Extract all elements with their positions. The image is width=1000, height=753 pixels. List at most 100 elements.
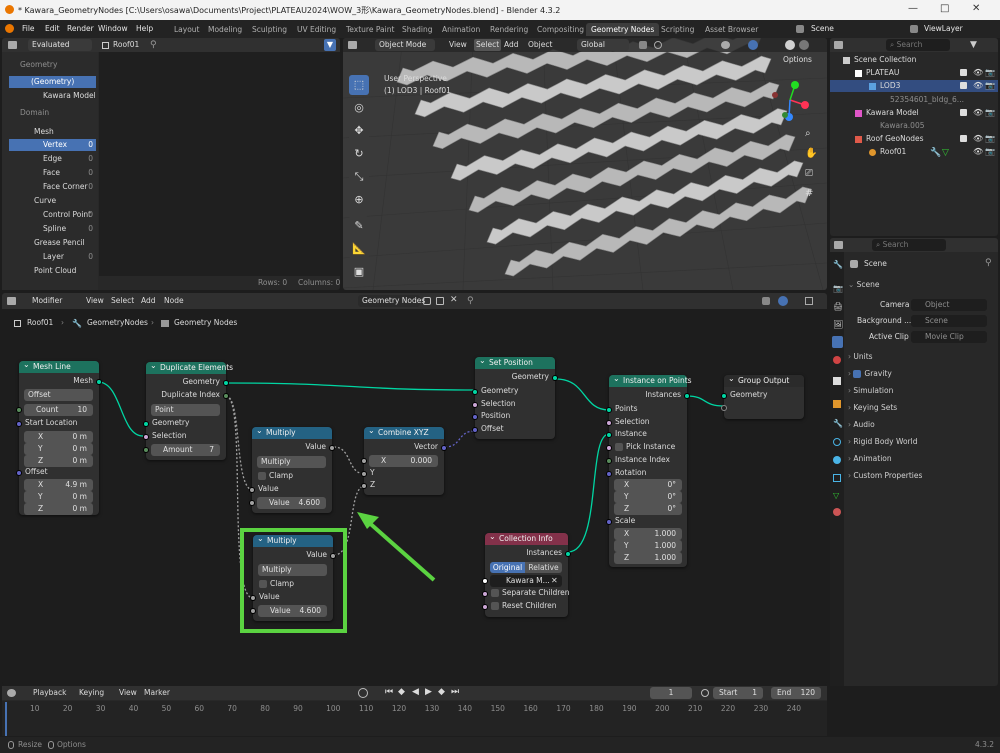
tab-animation[interactable]: Animation (437, 23, 485, 36)
node-menu-view[interactable]: View (86, 295, 104, 307)
playhead[interactable] (5, 702, 7, 736)
domain-layer[interactable]: Layer 0 (9, 251, 96, 263)
multiply-1-value-field[interactable]: Value 4.600 (257, 497, 326, 509)
pin-icon[interactable]: ⚲ (467, 296, 474, 306)
tab-uv-editing[interactable]: UV Editing (292, 23, 341, 36)
collection-tab-icon[interactable] (833, 377, 841, 385)
physics-tab-icon[interactable] (833, 456, 841, 464)
keying-sets-panel-header[interactable]: › Keying Sets (848, 401, 994, 415)
measure-tool[interactable]: 📐 (349, 239, 369, 259)
camera-render-icon[interactable]: 📷 (985, 147, 995, 156)
offset-x-field[interactable]: X 4.9 m (24, 479, 93, 491)
grease-pencil-group-label[interactable]: Grease Pencil (34, 237, 85, 249)
group-output-node[interactable]: Group Output Geometry (721, 373, 804, 419)
scene-tab-icon[interactable] (832, 336, 843, 348)
checkbox-icon[interactable] (960, 135, 967, 142)
shading-material-icon[interactable] (799, 40, 809, 50)
render-tab-icon[interactable]: 📷 (833, 284, 843, 293)
offset-z-field[interactable]: Z 0 m (24, 503, 93, 515)
outliner-kawara-005[interactable]: Kawara.005 (880, 120, 925, 132)
points-input-socket[interactable] (606, 407, 612, 413)
outliner-editor-type-icon[interactable] (834, 41, 843, 49)
multiply-2-output-socket[interactable] (330, 553, 336, 559)
background-field[interactable]: Scene (911, 315, 987, 327)
pick-instance[interactable]: Pick Instance (615, 442, 675, 451)
eye-icon[interactable]: 👁 (973, 68, 983, 77)
visibility-icon[interactable] (721, 41, 730, 49)
zoom-icon[interactable]: ⌕ (805, 128, 817, 140)
rotate-tool[interactable]: ↻ (349, 144, 369, 164)
eye-icon[interactable]: 👁 (973, 134, 983, 143)
scale-tool[interactable]: ⤡ (349, 167, 369, 187)
data-tab-icon[interactable]: ▽ (833, 491, 839, 500)
custom-properties-panel-header[interactable]: › Custom Properties (848, 469, 994, 483)
maximize-button[interactable]: □ (940, 3, 949, 14)
multiply-2-operation-dropdown[interactable]: Multiply (258, 564, 327, 576)
menu-help[interactable]: Help (136, 24, 153, 33)
viewport-menu-view[interactable]: View (449, 39, 467, 51)
menu-render[interactable]: Render (67, 24, 94, 33)
jump-end-icon[interactable]: ⏭ (451, 687, 459, 697)
collection-clear-icon[interactable]: ✕ (551, 576, 558, 585)
pan-hand-icon[interactable]: ✋ (805, 148, 817, 160)
pick-instance-checkbox[interactable] (615, 443, 623, 451)
set-position-output-socket[interactable] (552, 375, 558, 381)
collection-info-node[interactable]: Collection Info Instances Original Relat… (482, 531, 571, 617)
pick-instance-socket[interactable] (606, 445, 612, 451)
scene-panel-header[interactable]: ⌄ Scene (848, 278, 994, 292)
duplicate-selection-socket[interactable] (143, 434, 149, 440)
multiply-2-value-field[interactable]: Value 4.600 (258, 605, 327, 617)
reset-children-checkbox[interactable] (491, 602, 499, 610)
viewport-menu-add[interactable]: Add (504, 39, 519, 51)
shading-solid-icon[interactable] (785, 40, 795, 50)
amount-input-socket[interactable] (143, 447, 149, 453)
viewport-editor-type-icon[interactable] (348, 41, 357, 49)
tab-rendering[interactable]: Rendering (485, 23, 533, 36)
record-icon[interactable] (358, 688, 368, 698)
current-frame-field[interactable]: 1 (650, 687, 692, 699)
select-box-tool[interactable]: ⬚ (349, 75, 369, 95)
timeline-ruler[interactable]: 10 20 30 40 50 60 70 80 90 100 110 120 130 140 150 160 1… (2, 701, 827, 736)
duplicate-geometry-input-socket[interactable] (143, 421, 149, 427)
node-menu-select[interactable]: Select (111, 295, 134, 307)
3d-viewport[interactable]: Object Mode View Select Add Object Globa… (343, 38, 827, 290)
mesh-output-socket[interactable] (96, 379, 102, 385)
multiply-1-clamp[interactable]: Clamp (258, 471, 293, 480)
domain-spline[interactable]: Spline 0 (9, 223, 96, 235)
ortho-grid-icon[interactable]: # (805, 188, 817, 200)
tab-sculpting[interactable]: Sculpting (247, 23, 292, 36)
object-mode-dropdown[interactable]: Object Mode (375, 39, 435, 51)
properties-pin-icon[interactable]: ⚲ (985, 258, 992, 268)
rotation-socket[interactable] (606, 471, 612, 477)
units-panel-header[interactable]: › Units (848, 350, 994, 364)
timeline-menu-playback[interactable]: Playback (33, 687, 66, 699)
sidebar-toggle-icon[interactable] (805, 297, 813, 305)
domain-face[interactable]: Face 0 (9, 167, 96, 179)
mesh-line-mode-dropdown[interactable]: Offset (24, 389, 93, 401)
separate-children-socket[interactable] (482, 591, 488, 597)
play-icon[interactable]: ▶ (425, 687, 432, 697)
animation-panel-header[interactable]: › Animation (848, 452, 994, 466)
editor-type-icon[interactable] (8, 41, 17, 49)
pin-icon[interactable]: ⚲ (150, 40, 157, 50)
start-y-field[interactable]: Y 0 m (24, 443, 93, 455)
proportional-edit-icon[interactable] (654, 41, 662, 49)
breadcrumb-object[interactable]: Roof01 (27, 317, 53, 329)
multiply-2-clamp-checkbox[interactable] (259, 580, 267, 588)
move-tool[interactable]: ✥ (349, 121, 369, 141)
eye-icon[interactable]: 👁 (973, 81, 983, 90)
transform-tool[interactable]: ⊕ (349, 190, 369, 210)
scale-y-field[interactable]: Y 1.000 (614, 540, 682, 552)
modifier-tab-icon[interactable]: 🔧 (833, 419, 843, 428)
checkbox-icon[interactable] (960, 69, 967, 76)
outliner-plateau[interactable]: PLATEAU (866, 67, 899, 79)
duplicate-geometry-output-socket[interactable] (223, 380, 229, 386)
view-layer-selector[interactable]: ViewLayer (924, 24, 963, 33)
minimize-button[interactable]: — (908, 3, 918, 14)
checkbox-icon[interactable] (960, 82, 967, 89)
curve-group-label[interactable]: Curve (34, 195, 56, 207)
node-menu-add[interactable]: Add (141, 295, 156, 307)
camera-field[interactable]: Object (911, 299, 987, 311)
start-frame-field[interactable]: Start 1 (713, 687, 763, 699)
outliner-filter-icon[interactable]: ▼ (970, 40, 977, 50)
